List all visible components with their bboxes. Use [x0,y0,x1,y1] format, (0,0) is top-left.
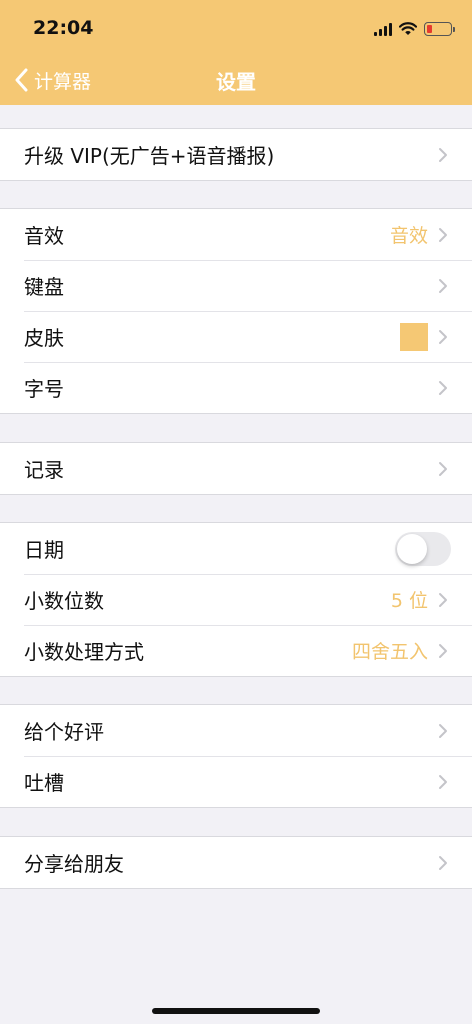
row-value: 5 位 [390,590,428,612]
settings-group-number-format: 日期 小数位数 5 位 小数处理方式 四舍五入 [0,522,472,677]
chevron-right-icon [439,855,447,870]
cellular-signal-icon [374,22,392,36]
chevron-right-icon [439,329,447,344]
row-label: 吐槽 [24,771,64,795]
battery-level [427,25,432,33]
chevron-right-icon [439,461,447,476]
row-value: 四舍五入 [351,641,428,663]
settings-group-vip: 升级 VIP(无广告+语音播报) [0,128,472,181]
row-label: 小数处理方式 [24,640,144,664]
home-indicator [152,1008,320,1014]
chevron-right-icon [439,278,447,293]
toggle-knob [397,533,427,564]
status-icons [374,19,455,39]
row-font-size[interactable]: 字号 [0,362,472,413]
settings-group-share: 分享给朋友 [0,836,472,889]
row-date: 日期 [0,523,472,574]
row-keyboard[interactable]: 键盘 [0,260,472,311]
row-label: 字号 [24,377,64,401]
page-title: 设置 [216,70,256,94]
row-rounding-mode[interactable]: 小数处理方式 四舍五入 [0,625,472,676]
settings-group-appearance: 音效 音效 键盘 皮肤 字号 [0,208,472,414]
status-time: 22:04 [33,17,94,39]
row-label: 日期 [24,538,64,562]
chevron-right-icon [439,723,447,738]
chevron-right-icon [439,227,447,242]
row-label: 给个好评 [24,720,104,744]
chevron-right-icon [439,774,447,789]
row-label: 升级 VIP(无广告+语音播报) [24,144,275,168]
row-label: 分享给朋友 [24,852,124,876]
row-upgrade-vip[interactable]: 升级 VIP(无广告+语音播报) [0,129,472,180]
row-rate-app[interactable]: 给个好评 [0,705,472,756]
chevron-right-icon [439,592,447,607]
row-history[interactable]: 记录 [0,443,472,494]
row-sound-effect[interactable]: 音效 音效 [0,209,472,260]
row-share[interactable]: 分享给朋友 [0,837,472,888]
row-value: 音效 [389,225,428,247]
row-label: 键盘 [24,275,64,299]
skin-color-swatch [400,322,428,351]
row-label: 记录 [24,458,64,482]
row-label: 皮肤 [24,326,64,350]
navigation-bar: 22:04 计算器 设置 [0,0,472,105]
chevron-right-icon [439,380,447,395]
date-toggle[interactable] [395,531,451,566]
row-decimal-places[interactable]: 小数位数 5 位 [0,574,472,625]
row-label: 小数位数 [24,589,104,613]
wifi-icon [399,22,417,35]
settings-group-history: 记录 [0,442,472,495]
row-feedback[interactable]: 吐槽 [0,756,472,807]
chevron-right-icon [439,147,447,162]
settings-group-feedback: 给个好评 吐槽 [0,704,472,808]
row-label: 音效 [24,224,64,248]
battery-icon [424,22,455,36]
chevron-right-icon [439,643,447,658]
row-skin[interactable]: 皮肤 [0,311,472,362]
